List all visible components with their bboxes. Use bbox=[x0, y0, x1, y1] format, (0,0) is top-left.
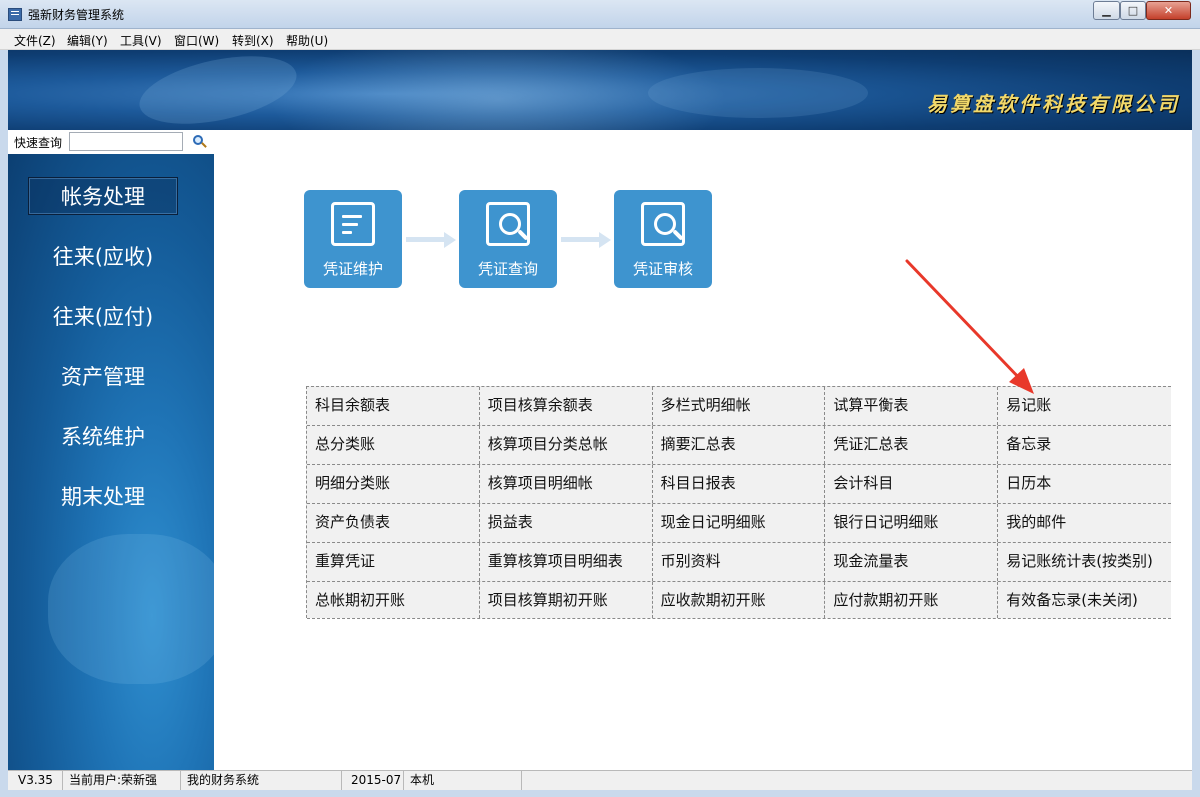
report-link[interactable]: 总分类账 bbox=[307, 426, 480, 464]
status-system: 我的财务系统 bbox=[181, 771, 342, 791]
report-link[interactable]: 核算项目分类总帐 bbox=[480, 426, 653, 464]
report-link[interactable]: 明细分类账 bbox=[307, 465, 480, 503]
sidebar-map-shape bbox=[48, 534, 214, 684]
grid-row: 资产负债表 损益表 现金日记明细账 银行日记明细账 我的邮件 bbox=[307, 504, 1171, 543]
report-link[interactable]: 资产负债表 bbox=[307, 504, 480, 542]
report-link[interactable]: 损益表 bbox=[480, 504, 653, 542]
report-link[interactable]: 我的邮件 bbox=[998, 504, 1171, 542]
document-search-icon bbox=[486, 202, 530, 246]
title-bar: 强新财务管理系统 ▁ □ ✕ bbox=[0, 0, 1200, 29]
voucher-maintain-tile[interactable]: 凭证维护 bbox=[304, 190, 402, 288]
sidebar-item-assets[interactable]: 资产管理 bbox=[28, 358, 178, 396]
tile-label: 凭证维护 bbox=[322, 260, 383, 278]
minimize-button[interactable]: ▁ bbox=[1093, 1, 1120, 20]
report-link[interactable]: 重算核算项目明细表 bbox=[480, 543, 653, 581]
menu-edit[interactable]: 编辑(Y) bbox=[67, 32, 108, 49]
sidebar: 帐务处理 往来(应收) 往来(应付) 资产管理 系统维护 期末处理 bbox=[8, 154, 214, 770]
report-link[interactable]: 重算凭证 bbox=[307, 543, 480, 581]
status-bar: V3.35 当前用户:荣新强 我的财务系统 2015-07 本机 bbox=[8, 770, 1192, 791]
company-name: 易算盘软件科技有限公司 bbox=[927, 92, 1180, 116]
voucher-audit-tile[interactable]: 凭证审核 bbox=[614, 190, 712, 288]
quick-search-input[interactable] bbox=[69, 132, 183, 151]
sidebar-item-receivables[interactable]: 往来(应收) bbox=[28, 238, 178, 276]
sidebar-item-period-end[interactable]: 期末处理 bbox=[28, 478, 178, 516]
close-button[interactable]: ✕ bbox=[1146, 1, 1191, 20]
report-link[interactable]: 现金日记明细账 bbox=[653, 504, 826, 542]
grid-row: 总分类账 核算项目分类总帐 摘要汇总表 凭证汇总表 备忘录 bbox=[307, 426, 1171, 465]
status-user: 当前用户:荣新强 bbox=[63, 771, 181, 791]
status-period: 2015-07 bbox=[342, 771, 404, 791]
window-title: 强新财务管理系统 bbox=[28, 8, 125, 22]
report-link[interactable]: 科目日报表 bbox=[653, 465, 826, 503]
status-location: 本机 bbox=[404, 771, 522, 791]
report-link[interactable]: 凭证汇总表 bbox=[825, 426, 999, 464]
report-link[interactable]: 科目余额表 bbox=[307, 387, 480, 425]
report-link[interactable]: 现金流量表 bbox=[825, 543, 999, 581]
report-link[interactable]: 有效备忘录(未关闭) bbox=[998, 582, 1171, 618]
status-version: V3.35 bbox=[8, 771, 63, 791]
report-link[interactable]: 多栏式明细帐 bbox=[653, 387, 826, 425]
report-link-grid: 科目余额表 项目核算余额表 多栏式明细帐 试算平衡表 易记账 总分类账 核算项目… bbox=[306, 386, 1171, 619]
menu-goto[interactable]: 转到(X) bbox=[232, 32, 274, 49]
sidebar-item-accounting[interactable]: 帐务处理 bbox=[28, 177, 178, 215]
document-edit-icon bbox=[331, 202, 375, 246]
sidebar-item-payables[interactable]: 往来(应付) bbox=[28, 298, 178, 336]
report-link[interactable]: 核算项目明细帐 bbox=[480, 465, 653, 503]
quick-search-label: 快速查询 bbox=[14, 136, 63, 150]
document-audit-icon bbox=[641, 202, 685, 246]
report-link[interactable]: 易记账统计表(按类别) bbox=[998, 543, 1171, 581]
annotation-arrow-icon bbox=[905, 259, 1034, 394]
search-icon[interactable] bbox=[190, 133, 207, 150]
grid-row: 总帐期初开账 项目核算期初开账 应收款期初开账 应付款期初开账 有效备忘录(未关… bbox=[307, 582, 1171, 619]
maximize-button[interactable]: □ bbox=[1120, 1, 1146, 20]
status-spacer bbox=[522, 771, 1192, 791]
voucher-query-tile[interactable]: 凭证查询 bbox=[459, 190, 557, 288]
tile-label: 凭证审核 bbox=[632, 260, 693, 278]
flow-arrow bbox=[406, 232, 458, 248]
report-link[interactable]: 会计科目 bbox=[825, 465, 999, 503]
report-link[interactable]: 应付款期初开账 bbox=[825, 582, 999, 618]
quick-search-bar: 快速查询 bbox=[8, 130, 1192, 154]
menu-bar: 文件(Z) 编辑(Y) 工具(V) 窗口(W) 转到(X) 帮助(U) bbox=[0, 29, 1200, 50]
grid-row: 重算凭证 重算核算项目明细表 币别资料 现金流量表 易记账统计表(按类别) bbox=[307, 543, 1171, 582]
menu-window[interactable]: 窗口(W) bbox=[174, 32, 219, 49]
app-icon bbox=[8, 8, 22, 21]
flow-arrow bbox=[561, 232, 613, 248]
report-link[interactable]: 日历本 bbox=[998, 465, 1171, 503]
report-link[interactable]: 币别资料 bbox=[653, 543, 826, 581]
window-frame bbox=[0, 790, 1200, 797]
report-link[interactable]: 摘要汇总表 bbox=[653, 426, 826, 464]
banner-map-shape bbox=[648, 68, 868, 118]
report-link[interactable]: 项目核算余额表 bbox=[480, 387, 653, 425]
main-panel: 凭证维护 凭证查询 凭证审核 科目余额表 项目核算余额表 多栏式明细帐 试算平衡… bbox=[214, 154, 1192, 770]
menu-file[interactable]: 文件(Z) bbox=[14, 32, 56, 49]
grid-row: 明细分类账 核算项目明细帐 科目日报表 会计科目 日历本 bbox=[307, 465, 1171, 504]
tile-label: 凭证查询 bbox=[477, 260, 538, 278]
menu-help[interactable]: 帮助(U) bbox=[286, 32, 328, 49]
header-banner: 易算盘软件科技有限公司 bbox=[8, 50, 1192, 130]
report-link[interactable]: 应收款期初开账 bbox=[653, 582, 826, 618]
report-link[interactable]: 总帐期初开账 bbox=[307, 582, 480, 618]
menu-tools[interactable]: 工具(V) bbox=[120, 32, 162, 49]
report-link[interactable]: 备忘录 bbox=[998, 426, 1171, 464]
sidebar-item-system[interactable]: 系统维护 bbox=[28, 418, 178, 456]
report-link[interactable]: 银行日记明细账 bbox=[825, 504, 999, 542]
report-link[interactable]: 项目核算期初开账 bbox=[480, 582, 653, 618]
